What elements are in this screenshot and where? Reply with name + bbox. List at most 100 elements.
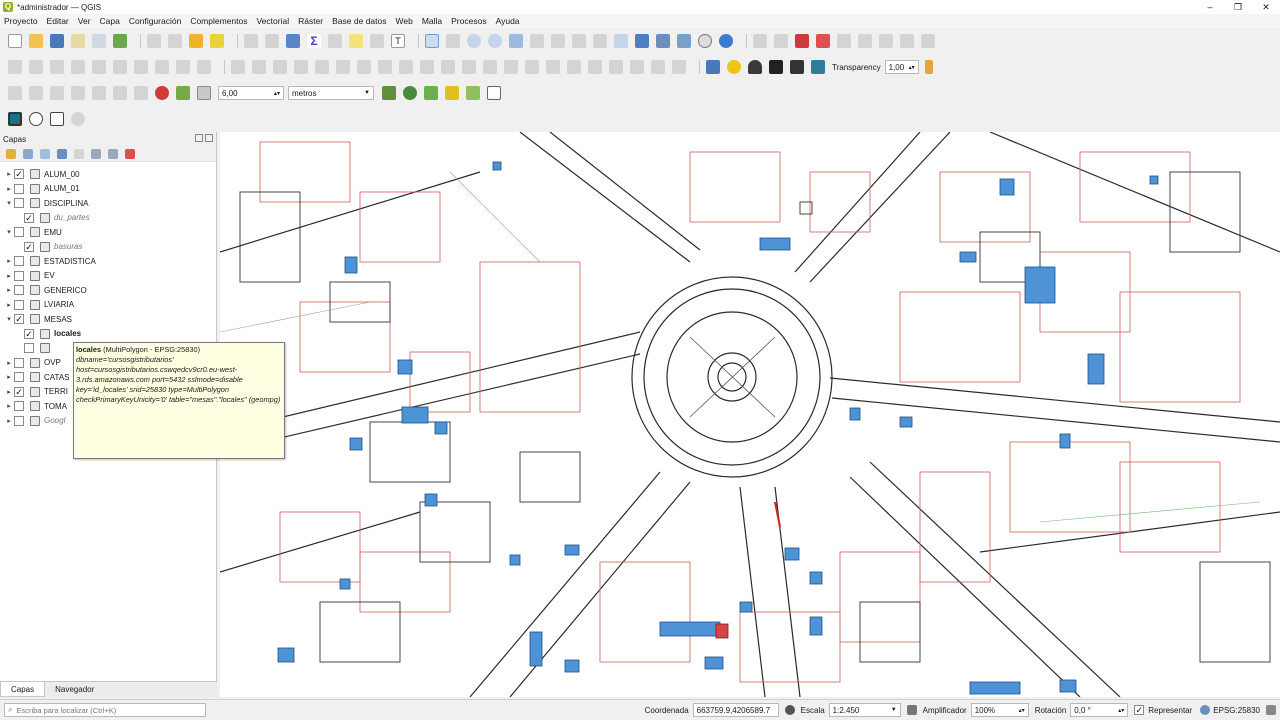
layer-visibility-checkbox[interactable] xyxy=(14,285,24,295)
download-arrow-icon[interactable] xyxy=(769,60,783,74)
label-move-icon[interactable] xyxy=(837,34,851,48)
chevron-down-icon[interactable]: ▾ xyxy=(4,199,14,207)
new-print-layout-icon[interactable] xyxy=(71,34,85,48)
minimize-button[interactable]: – xyxy=(1196,0,1224,14)
layer-row[interactable]: ▸ ✓ ALUM_00 xyxy=(4,167,80,181)
render-checkbox[interactable]: ✓ xyxy=(1134,705,1145,715)
node-icon[interactable] xyxy=(50,86,64,100)
area-icon[interactable] xyxy=(92,86,106,100)
layer-row[interactable]: ▸ CATAS xyxy=(4,370,69,384)
offset-curve-icon[interactable] xyxy=(420,60,434,74)
snapping-mode-icon[interactable] xyxy=(176,86,190,100)
snap-tolerance-spinbox[interactable]: 6,00 ▴▾ xyxy=(218,86,284,100)
layer-row[interactable]: ▸ LVIARIA xyxy=(4,298,74,312)
plugin-add-icon[interactable] xyxy=(50,112,64,126)
label-change-icon[interactable] xyxy=(879,34,893,48)
zoom-native-icon[interactable] xyxy=(572,34,586,48)
zoom-in-icon[interactable] xyxy=(467,34,481,48)
zoom-out-icon[interactable] xyxy=(488,34,502,48)
crs-globe-icon[interactable] xyxy=(1200,705,1211,715)
menu-ver[interactable]: Ver xyxy=(78,16,91,26)
coordinate-search-icon[interactable] xyxy=(487,86,501,100)
filter-expression-icon[interactable] xyxy=(74,148,84,159)
layer-row[interactable]: ▸ GENERICO xyxy=(4,283,87,297)
measure-area-icon[interactable] xyxy=(113,86,127,100)
collapse-all-icon[interactable] xyxy=(108,148,118,159)
undo-icon[interactable] xyxy=(176,60,190,74)
lock-scale-icon[interactable] xyxy=(906,705,917,715)
pencil-edit-icon[interactable] xyxy=(8,60,22,74)
redo-icon[interactable] xyxy=(197,60,211,74)
self-snapping-icon[interactable] xyxy=(466,86,480,100)
trim-extend-icon[interactable] xyxy=(567,60,581,74)
copy-icon[interactable] xyxy=(134,60,148,74)
sync-icon[interactable] xyxy=(706,60,720,74)
layer-row[interactable] xyxy=(14,341,54,355)
refresh-icon[interactable] xyxy=(719,34,733,48)
add-layer-icon[interactable] xyxy=(168,34,182,48)
shape-icon[interactable] xyxy=(29,86,43,100)
fill-ring-icon[interactable] xyxy=(336,60,350,74)
pan-hand-icon[interactable] xyxy=(425,34,439,48)
save-edits-icon[interactable] xyxy=(29,60,43,74)
add-part-icon[interactable] xyxy=(315,60,329,74)
label-rotate-icon[interactable] xyxy=(858,34,872,48)
settings-gear-icon[interactable] xyxy=(286,34,300,48)
layout-manager-icon[interactable] xyxy=(92,34,106,48)
snapping-magnet-icon[interactable] xyxy=(155,86,169,100)
rectangle-icon[interactable] xyxy=(651,60,665,74)
snap-intersection-icon[interactable] xyxy=(403,86,417,100)
label-abc-icon[interactable] xyxy=(816,34,830,48)
bookmark-icon[interactable] xyxy=(370,34,384,48)
avoid-overlap-icon[interactable] xyxy=(424,86,438,100)
snapping-type-icon[interactable] xyxy=(197,86,211,100)
open-project-icon[interactable] xyxy=(29,34,43,48)
crs-label[interactable]: EPSG:25830 xyxy=(1213,706,1260,715)
pan-to-selection-icon[interactable] xyxy=(446,34,460,48)
chevron-right-icon[interactable]: ▸ xyxy=(4,417,14,425)
save-disk-icon[interactable] xyxy=(790,60,804,74)
polygon-icon[interactable] xyxy=(672,60,686,74)
zoom-selection-icon[interactable] xyxy=(530,34,544,48)
layer-row[interactable]: ▾ ✓ MESAS xyxy=(4,312,72,326)
layer-visibility-checkbox[interactable] xyxy=(14,198,24,208)
chevron-right-icon[interactable]: ▸ xyxy=(4,301,14,309)
topological-editing-icon[interactable] xyxy=(382,86,396,100)
python-console-icon[interactable] xyxy=(727,60,741,74)
reshape-icon[interactable] xyxy=(399,60,413,74)
chevron-right-icon[interactable]: ▸ xyxy=(4,257,14,265)
new-3d-view-icon[interactable] xyxy=(656,34,670,48)
measure-icon[interactable] xyxy=(328,34,342,48)
layer-row[interactable]: ▸ ALUM_01 xyxy=(4,182,80,196)
chevron-right-icon[interactable]: ▸ xyxy=(4,185,14,193)
layer-visibility-checkbox[interactable]: ✓ xyxy=(14,169,24,179)
line-icon[interactable] xyxy=(71,86,85,100)
new-map-view-icon[interactable] xyxy=(635,34,649,48)
cut-icon[interactable] xyxy=(113,60,127,74)
layer-visibility-checkbox[interactable] xyxy=(14,227,24,237)
offset-symbols-icon[interactable] xyxy=(546,60,560,74)
layer-row[interactable]: ▸ OVP xyxy=(4,356,61,370)
delete-ring-icon[interactable] xyxy=(357,60,371,74)
circle-icon[interactable] xyxy=(630,60,644,74)
layer-row[interactable]: ✓ basuras xyxy=(14,240,82,254)
open-layer-styling-icon[interactable] xyxy=(6,148,16,159)
panel-close-icon[interactable] xyxy=(205,134,213,142)
layer-visibility-checkbox[interactable] xyxy=(14,357,24,368)
add-vector-layer-icon[interactable] xyxy=(189,34,203,48)
map-canvas[interactable] xyxy=(220,132,1280,697)
new-bookmark-icon[interactable] xyxy=(677,34,691,48)
layer-visibility-checkbox[interactable] xyxy=(14,256,24,266)
paste-icon[interactable] xyxy=(155,60,169,74)
temporal-clock-icon[interactable] xyxy=(698,34,712,48)
layer-row[interactable]: ✓ locales xyxy=(14,327,81,341)
person-icon[interactable] xyxy=(924,60,933,74)
measure-angle-icon[interactable] xyxy=(134,86,148,100)
menu-ayuda[interactable]: Ayuda xyxy=(496,16,520,26)
split-parts-icon[interactable] xyxy=(462,60,476,74)
reverse-line-icon[interactable] xyxy=(588,60,602,74)
layer-row[interactable]: ▸ TOMA xyxy=(4,399,67,413)
move-feature-icon[interactable] xyxy=(231,60,245,74)
transparency-layer-icon[interactable] xyxy=(811,60,825,74)
rotation-spinbox[interactable]: 0,0 ° ▴▾ xyxy=(1070,703,1129,717)
